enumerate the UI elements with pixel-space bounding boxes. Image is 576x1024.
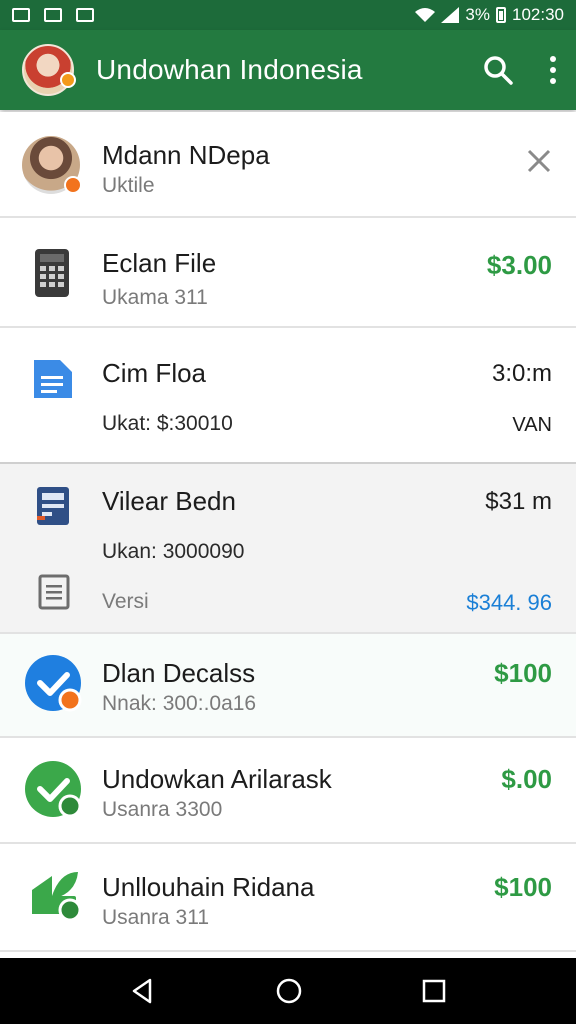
battery-percent: 3% [465,5,490,24]
list-item[interactable]: Eclan File Ukama 311 $3.00 [0,218,576,328]
clock: 102:30 [512,5,564,24]
profile-avatar[interactable] [22,44,76,96]
avatar-badge-icon [60,72,76,88]
plant-pot-icon [32,872,82,922]
list-item-subtitle: Usanra 311 [102,906,210,929]
list-item[interactable]: Unllouhain Ridana Usanra 311 $100 [0,844,576,952]
contact-avatar [22,136,82,194]
amount: $3.00 [486,250,552,280]
time: 3:0:m [491,360,552,387]
recents-icon[interactable] [422,979,446,1003]
amount-secondary: $344. 96 [466,590,552,615]
avatar-badge-icon [64,176,82,194]
mail-notification-icon [44,8,62,22]
notification-icons [12,8,94,22]
status-label: VAN [512,414,552,436]
check-circle-blue-icon [25,655,82,712]
transaction-list: Mdann NDepa Uktile Eclan File Ukama 311 … [0,112,576,952]
list-item-title: Mdann NDepa [102,140,270,170]
play-notification-icon [76,8,94,22]
list-item[interactable]: Undowkan Arilarask Usanra 3300 $.00 [0,738,576,844]
battery-icon [496,7,506,23]
list-item-subtitle: Ukama 311 [102,286,208,309]
signal-icon [441,7,460,23]
list-item-title: Dlan Decalss [102,658,256,688]
calculator-icon [35,249,69,297]
list-item-subtitle: Ukan: 3000090 [102,540,245,563]
status-bar: 3% 102:30 [0,0,576,30]
image-notification-icon [12,8,30,22]
list-item[interactable]: Cim Floa Ukat: $:30010 3:0:m VAN [0,328,576,464]
list-item[interactable]: Dlan Decalss Nnak: 300:.0a16 $100 [0,634,576,738]
list-item-title: Cim Floa [102,358,207,388]
more-vert-icon[interactable] [548,55,558,85]
app-bar: Undowhan Indonesia [0,30,576,110]
list-item-secondary-label: Versi [102,590,149,613]
list-item-title: Unllouhain Ridana [102,872,315,902]
amount: $.00 [501,764,552,794]
home-icon[interactable] [275,977,303,1005]
note-icon [38,574,70,610]
app-title: Undowhan Indonesia [96,54,363,85]
calendar-icon [37,487,69,525]
list-item-subtitle: Usanra 3300 [102,798,223,821]
wifi-icon [415,8,436,22]
amount: $100 [494,872,552,902]
list-item-subtitle: Nnak: 300:.0a16 [102,692,257,715]
amount: $100 [494,658,552,688]
list-item-subtitle: Ukat: $:30010 [102,412,233,435]
list-item-title: Eclan File [102,248,217,278]
list-item[interactable]: Vilear Bedn Ukan: 3000090 Versi $31 m $3… [0,464,576,634]
document-icon [34,360,72,398]
list-item-profile[interactable]: Mdann NDepa Uktile [0,112,576,218]
system-navigation-bar [0,958,576,1024]
list-item-title: Vilear Bedn [102,486,236,516]
amount: $31 m [485,488,552,515]
close-icon[interactable] [526,148,552,174]
check-circle-green-icon [25,761,82,818]
back-icon[interactable] [130,978,156,1004]
list-item-subtitle: Uktile [102,174,155,197]
search-icon[interactable] [482,54,514,86]
list-item-title: Undowkan Arilarask [102,764,332,794]
